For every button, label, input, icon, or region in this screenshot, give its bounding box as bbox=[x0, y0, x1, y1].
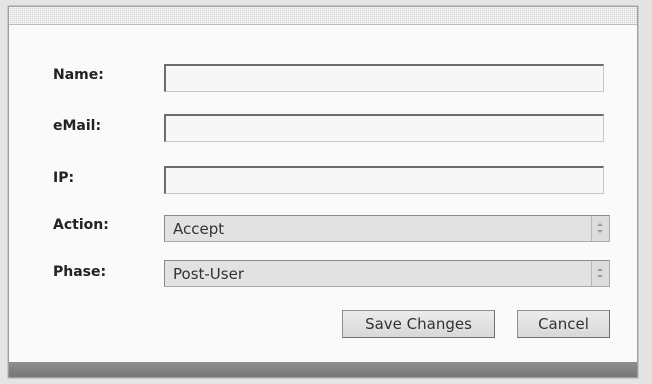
phase-select-value: Post-User bbox=[173, 265, 244, 283]
ip-input[interactable] bbox=[164, 166, 604, 194]
action-label: Action: bbox=[53, 217, 109, 233]
email-label: eMail: bbox=[53, 118, 102, 134]
cancel-button[interactable]: Cancel bbox=[517, 310, 610, 338]
action-select-value: Accept bbox=[173, 220, 225, 238]
save-changes-button[interactable]: Save Changes bbox=[342, 310, 495, 338]
email-input[interactable] bbox=[164, 114, 604, 142]
dialog-footer-bar bbox=[9, 362, 637, 377]
action-select[interactable]: Accept bbox=[164, 215, 610, 242]
edit-entry-dialog: Name: eMail: IP: Action: Accept Phase: P… bbox=[8, 6, 638, 378]
name-input[interactable] bbox=[164, 64, 604, 92]
phase-spinner-icon[interactable] bbox=[591, 261, 609, 286]
action-spinner-icon[interactable] bbox=[591, 216, 609, 241]
ip-label: IP: bbox=[53, 170, 75, 186]
phase-select[interactable]: Post-User bbox=[164, 260, 610, 287]
name-label: Name: bbox=[53, 67, 104, 83]
phase-label: Phase: bbox=[53, 264, 107, 280]
dialog-title-bar[interactable] bbox=[9, 7, 637, 25]
